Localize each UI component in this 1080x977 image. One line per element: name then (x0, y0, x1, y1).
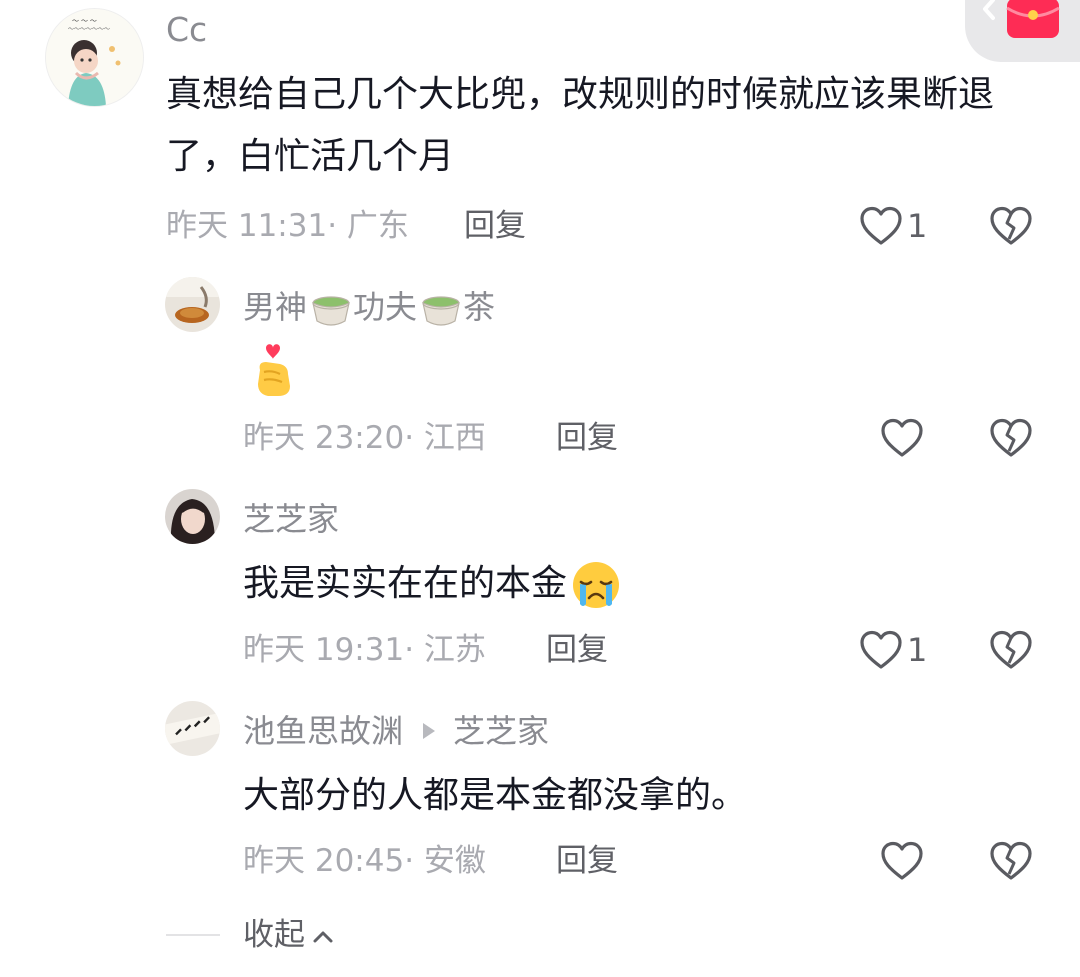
comment-meta: 昨天 23:20· 江西 (243, 420, 486, 456)
avatar[interactable] (165, 701, 220, 756)
avatar[interactable] (165, 277, 220, 332)
comment-text[interactable]: 真想给自己几个大比兜，改规则的时候就应该果断退了，白忙活几个月 (166, 64, 1026, 188)
like-count: 1 (907, 631, 928, 669)
tea-cup-emoji-icon (419, 289, 463, 329)
like-count: 1 (907, 207, 928, 245)
floating-envelope-button[interactable] (965, 0, 1080, 62)
comment-location: 江苏 (423, 632, 486, 668)
chevron-up-icon (311, 928, 335, 946)
svg-text:〜〜〜〜〜〜〜: 〜〜〜〜〜〜〜 (68, 27, 110, 33)
comment-location: 安徽 (423, 843, 486, 879)
chevron-left-icon (979, 0, 999, 22)
dislike-icon[interactable] (989, 206, 1033, 246)
comment-location: 江西 (423, 420, 486, 456)
red-envelope-icon (1005, 0, 1061, 38)
dislike-icon[interactable] (989, 630, 1033, 670)
reply-target-user[interactable]: 芝芝家 (453, 712, 549, 750)
avatar[interactable] (165, 489, 220, 544)
dislike-icon[interactable] (989, 841, 1033, 881)
comment-text[interactable]: 大部分的人都是本金都没拿的。 (243, 765, 747, 827)
like-icon[interactable] (859, 630, 903, 670)
dislike-icon[interactable] (989, 418, 1033, 458)
reply-button[interactable]: 回复 (546, 630, 608, 670)
comment-time: 昨天 11:31 (166, 208, 328, 244)
crying-face-emoji-icon (569, 560, 623, 610)
avatar-tea-photo (165, 277, 220, 332)
heart-hands-emoji-icon[interactable] (250, 342, 298, 398)
comment-text[interactable]: 我是实实在在的本金 (243, 553, 623, 615)
like-icon[interactable] (859, 206, 903, 246)
comment-username[interactable]: 池鱼思故渊 芝芝家 (243, 711, 549, 751)
comment-username[interactable]: 男神 功夫茶 (243, 287, 495, 329)
reply-button[interactable]: 回复 (556, 841, 618, 881)
avatar-illustration: 〜 〜 〜 〜〜〜〜〜〜〜 (46, 9, 143, 106)
comment-time: 昨天 19:31 (243, 632, 405, 668)
divider-line (166, 934, 220, 936)
avatar-portrait (165, 489, 220, 544)
avatar[interactable]: 〜 〜 〜 〜〜〜〜〜〜〜 (45, 8, 144, 107)
comment-username[interactable]: Cc (166, 10, 207, 50)
comment-time: 昨天 23:20 (243, 420, 405, 456)
comment-meta: 昨天 11:31· 广东 (166, 208, 409, 244)
avatar-calligraphy (165, 701, 220, 756)
comment-time: 昨天 20:45 (243, 843, 405, 879)
reply-button[interactable]: 回复 (556, 418, 618, 458)
reply-arrow-icon (423, 723, 436, 739)
svg-text:〜 〜 〜: 〜 〜 〜 (72, 18, 97, 25)
comment-location: 广东 (346, 208, 409, 244)
comment-meta: 昨天 19:31· 江苏 (243, 632, 486, 668)
like-icon[interactable] (880, 841, 924, 881)
like-icon[interactable] (880, 418, 924, 458)
comment-username[interactable]: 芝芝家 (243, 499, 339, 539)
tea-cup-emoji-icon (309, 289, 353, 329)
collapse-label: 收起 (243, 917, 305, 953)
comment-meta: 昨天 20:45· 安徽 (243, 843, 486, 879)
collapse-replies-button[interactable]: 收起 (243, 915, 335, 955)
reply-button[interactable]: 回复 (464, 206, 526, 246)
